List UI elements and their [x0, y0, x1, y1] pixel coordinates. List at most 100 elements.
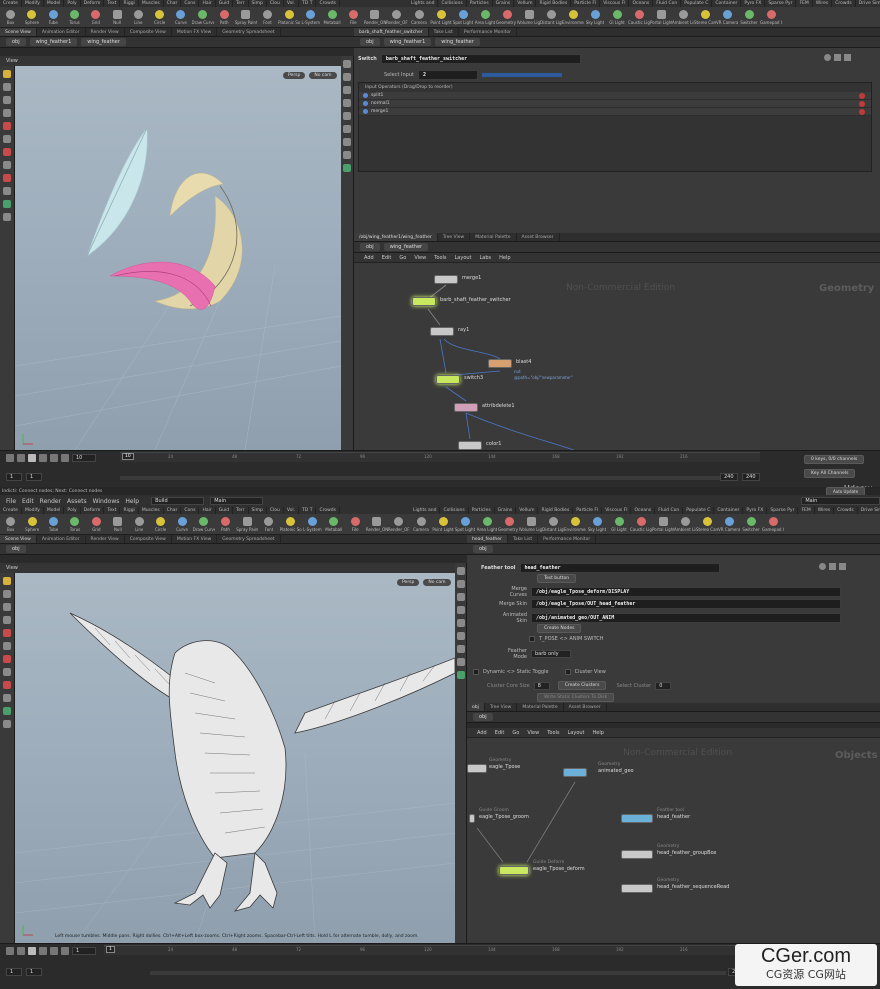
stop-icon[interactable]	[28, 454, 36, 462]
handle-tool-icon[interactable]	[3, 629, 11, 637]
last-frame-icon[interactable]	[61, 947, 69, 955]
shelf-tool-render-on[interactable]: Render_ON	[364, 9, 386, 25]
view-tool-icon[interactable]	[3, 668, 11, 676]
tab-vol-[interactable]: Vol.	[284, 507, 300, 514]
shelf-tool-distant-light[interactable]: Distant Light	[540, 9, 562, 25]
ghost-icon[interactable]	[343, 138, 351, 146]
stop-icon[interactable]	[28, 947, 36, 955]
info-icon[interactable]	[844, 54, 851, 61]
camera-icon[interactable]	[456, 658, 465, 666]
shelf-tool-sphere[interactable]: Sphere	[21, 516, 42, 532]
network-menu[interactable]: Add Edit Go View Tools Layout Labs Help	[354, 253, 880, 263]
network-tabs[interactable]: /obj/wing_feather1/wing_feather Tree View…	[354, 233, 880, 242]
tab-wires[interactable]: Wires	[815, 507, 835, 514]
first-frame-icon[interactable]	[6, 454, 14, 462]
remove-icon[interactable]	[859, 108, 865, 115]
crumb-obj[interactable]: obj	[473, 545, 493, 553]
shelf-tool-path[interactable]: Path	[215, 516, 236, 532]
menu-layout[interactable]: Layout	[568, 730, 585, 736]
tab-crowds[interactable]: Crowds	[834, 507, 858, 514]
tab-particles[interactable]: Particles	[467, 0, 493, 7]
crumb-obj[interactable]: obj	[360, 243, 380, 251]
points-icon[interactable]	[343, 112, 351, 120]
remove-icon[interactable]	[859, 92, 865, 99]
dynamic-toggle-checkbox[interactable]	[473, 669, 479, 675]
shelf-tool-render-off[interactable]: Render_OFF	[386, 9, 408, 25]
shelf-tool-curve[interactable]: Curve	[171, 516, 192, 532]
merge-skin-field[interactable]: /obj/eagle_Tpose/OUT_head_feather	[531, 599, 841, 609]
tab-riggi[interactable]: Riggi	[120, 0, 139, 7]
shelf-tool-stereo-camera[interactable]: Stereo Camera	[696, 516, 718, 532]
shelf-tool-volume-light[interactable]: Volume Light	[518, 9, 540, 25]
node-color1[interactable]: color1	[458, 441, 502, 450]
shelf-tool-camera[interactable]: Camera	[410, 516, 432, 532]
tab-scene-view[interactable]: Scene View	[0, 535, 37, 543]
tab-crowds[interactable]: Crowds	[316, 0, 340, 7]
tab-lights-and[interactable]: Lights and	[410, 507, 441, 514]
pose-tool-icon[interactable]	[3, 135, 11, 143]
tab-model[interactable]: Model	[44, 507, 65, 514]
node-ray1[interactable]: ray1	[430, 327, 469, 336]
tab-container[interactable]: Container	[712, 0, 742, 7]
tab-sparse-pyr[interactable]: Sparse Pyr	[765, 0, 797, 7]
shelf-tool-render-off[interactable]: Render_OFF	[388, 516, 410, 532]
desktop-main-select-right[interactable]: Main	[801, 497, 880, 505]
shelf-tool-area-light[interactable]: Area Light	[476, 516, 498, 532]
lights-icon[interactable]	[343, 86, 351, 94]
tab-particle-fl[interactable]: Particle Fl	[573, 507, 603, 514]
menu-tools[interactable]: Tools	[434, 255, 446, 261]
play-icon[interactable]	[39, 454, 47, 462]
tab-motion-fx-view[interactable]: Motion FX View	[172, 28, 218, 36]
shelf-tool-caustic-light[interactable]: Caustic Light	[630, 516, 652, 532]
node-eagle-tpose-groom[interactable]: Guide Groom eagle_Tpose_groom	[469, 808, 529, 823]
tab-rigid-bodies[interactable]: Rigid Bodies	[538, 507, 574, 514]
right-pane-tabs[interactable]: barb_shaft_feather_switcher Take List Perf…	[354, 28, 880, 37]
shelf-tool-camera[interactable]: Camera	[408, 9, 430, 25]
network-editor-top[interactable]: Non-Commercial Edition Geometry merge1 b…	[354, 263, 880, 450]
shelf-tool-sphere[interactable]: Sphere	[21, 9, 42, 25]
paint-icon[interactable]	[3, 681, 11, 689]
grid-toggle-icon[interactable]	[343, 99, 351, 107]
tab-char[interactable]: Char	[164, 507, 182, 514]
frame-marker[interactable]: 10	[122, 453, 134, 460]
shelf-tool-volume-light[interactable]: Volume Light	[520, 516, 542, 532]
menu-assets[interactable]: Assets	[67, 498, 87, 505]
tab-render-view[interactable]: Render View	[86, 28, 125, 36]
shelf-tool-switcher[interactable]: Switcher	[738, 9, 760, 25]
shelf-tool-grid[interactable]: Grid	[85, 9, 106, 25]
shelf-tool-gamepad-camera[interactable]: Gamepad Camera	[760, 9, 782, 25]
shelf-tool-draw-curve[interactable]: Draw Curve	[192, 9, 214, 25]
next-key-icon[interactable]	[50, 947, 58, 955]
tab-rigid-bodies[interactable]: Rigid Bodies	[536, 0, 572, 7]
tab-hair[interactable]: Hair	[199, 507, 216, 514]
shelf-tool-box[interactable]: Box	[0, 516, 21, 532]
shelf-tool-tube[interactable]: Tube	[43, 516, 64, 532]
animated-skin-field[interactable]: /obj/animated_geo/OUT_ANIM	[531, 613, 841, 623]
shelf-tool-sky-light[interactable]: Sky Light	[584, 9, 606, 25]
camera-icon[interactable]	[343, 151, 351, 159]
cluster-view-checkbox[interactable]	[564, 669, 571, 675]
tab-create[interactable]: Create	[0, 507, 22, 514]
tab-guid[interactable]: Guid	[216, 0, 234, 7]
tab-pyro-fx[interactable]: Pyro FX	[741, 0, 766, 7]
shelf-tool-gi-light[interactable]: GI Light	[606, 9, 628, 25]
left-toolstrip[interactable]	[0, 66, 15, 450]
tab-modify[interactable]: Modify	[22, 0, 44, 7]
main-menubar[interactable]: File Edit Render Assets Windows Help Bui…	[0, 495, 880, 507]
node-name-field[interactable]: barb_shaft_feather_switcher	[380, 54, 581, 64]
tab-lights-and[interactable]: Lights and	[408, 0, 439, 7]
right-toolstrip[interactable]	[455, 563, 467, 943]
shelf-tool-gamepad-camera[interactable]: Gamepad Camera	[762, 516, 784, 532]
shelf-tool-spot-light[interactable]: Spot Light	[454, 516, 476, 532]
play-icon[interactable]	[39, 947, 47, 955]
merge-curves-field[interactable]: /obj/eagle_Tpose_deform/DISPLAY	[531, 587, 841, 597]
display-icon[interactable]	[343, 60, 351, 68]
tab-fluid-con[interactable]: Fluid Con	[655, 507, 684, 514]
points-icon[interactable]	[456, 619, 465, 627]
tab-oceans[interactable]: Oceans	[631, 507, 656, 514]
tab-animation-editor[interactable]: Animation Editor	[37, 28, 86, 36]
menu-edit[interactable]: Edit	[495, 730, 505, 736]
right-toolstrip[interactable]	[341, 56, 354, 450]
move-tool-icon[interactable]	[3, 590, 11, 598]
snapshot-icon[interactable]	[343, 164, 351, 172]
